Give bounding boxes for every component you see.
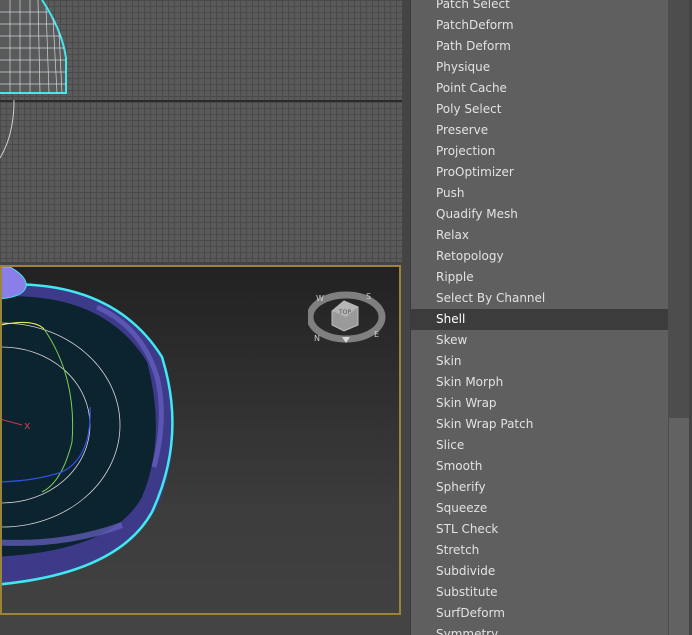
modifier-item-skin[interactable]: Skin [411,351,669,372]
modifier-item-skin-wrap-patch[interactable]: Skin Wrap Patch [411,414,669,435]
modifier-item-symmetry[interactable]: Symmetry [411,624,669,635]
modifier-item-ripple[interactable]: Ripple [411,267,669,288]
modifier-item-surfdeform[interactable]: SurfDeform [411,603,669,624]
axis-x-label: x [24,419,31,432]
compass-west: W [316,294,324,303]
modifier-item-quadify-mesh[interactable]: Quadify Mesh [411,204,669,225]
modifier-item-skin-morph[interactable]: Skin Morph [411,372,669,393]
modifier-item-slice[interactable]: Slice [411,435,669,456]
modifier-item-smooth[interactable]: Smooth [411,456,669,477]
compass-south: S [366,292,371,301]
modifier-item-shell[interactable]: Shell [411,309,669,330]
perspective-viewport[interactable]: x TOP W S N E [0,265,401,615]
modifier-item-poly-select[interactable]: Poly Select [411,99,669,120]
modifier-item-stl-check[interactable]: STL Check [411,519,669,540]
modifier-item-retopology[interactable]: Retopology [411,246,669,267]
modifier-item-relax[interactable]: Relax [411,225,669,246]
dome-wireframe [0,0,67,94]
viewport-footer-gap [0,615,410,635]
modifier-item-select-by-channel[interactable]: Select By Channel [411,288,669,309]
modifier-list[interactable]: Patch Select PatchDeform Path Deform Physiq… [410,0,669,635]
modifier-item-patchdeform[interactable]: PatchDeform [411,15,669,36]
modifier-item-skin-wrap[interactable]: Skin Wrap [411,393,669,414]
top-viewport-scene [0,0,402,159]
modifier-item-spherify[interactable]: Spherify [411,477,669,498]
modifier-item-patch-select[interactable]: Patch Select [411,0,669,15]
modifier-item-point-cache[interactable]: Point Cache [411,78,669,99]
modifier-item-prooptimizer[interactable]: ProOptimizer [411,162,669,183]
modifier-item-push[interactable]: Push [411,183,669,204]
viewcube[interactable]: TOP W S N E [306,287,388,347]
compass-east: E [374,330,379,339]
viewcube-face-label: TOP [338,309,351,316]
modifier-item-subdivide[interactable]: Subdivide [411,561,669,582]
modifier-item-physique[interactable]: Physique [411,57,669,78]
modifier-item-skew[interactable]: Skew [411,330,669,351]
modifier-item-preserve[interactable]: Preserve [411,120,669,141]
modifier-item-squeeze[interactable]: Squeeze [411,498,669,519]
compass-north: N [314,334,320,343]
top-viewport[interactable] [0,0,402,262]
modifier-item-path-deform[interactable]: Path Deform [411,36,669,57]
modifier-item-substitute[interactable]: Substitute [411,582,669,603]
scrollbar-thumb[interactable] [669,418,689,635]
modifier-item-projection[interactable]: Projection [411,141,669,162]
modifier-item-stretch[interactable]: Stretch [411,540,669,561]
